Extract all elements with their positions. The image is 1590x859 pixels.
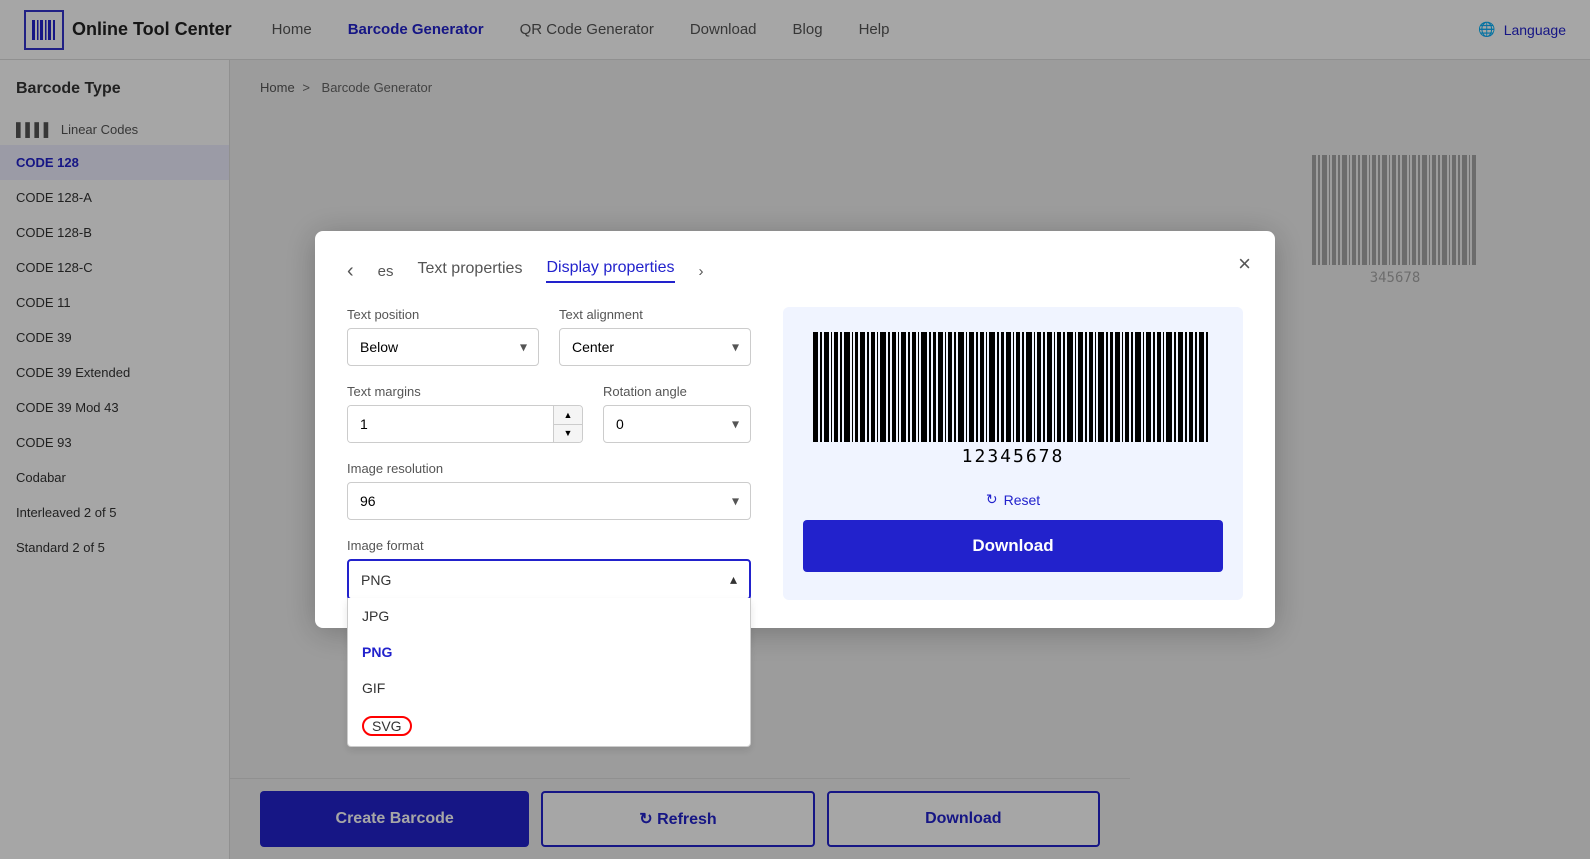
form-group-text-position: Text position Below Above None xyxy=(347,307,539,366)
image-resolution-select[interactable]: 96 72 150 300 xyxy=(347,482,751,520)
text-position-label: Text position xyxy=(347,307,539,322)
text-margins-stepper: 1 ▲ ▼ xyxy=(347,405,583,443)
image-format-dropdown-menu: JPG PNG GIF SVG xyxy=(347,598,751,747)
form-group-text-margins: Text margins 1 ▲ ▼ xyxy=(347,384,583,443)
modal-body: Text position Below Above None Text alig… xyxy=(347,307,1243,600)
text-alignment-label: Text alignment xyxy=(559,307,751,322)
modal-close-button[interactable]: × xyxy=(1238,251,1251,277)
form-row-2: Text margins 1 ▲ ▼ Rotation angle xyxy=(347,384,751,443)
text-alignment-select[interactable]: Center Left Right xyxy=(559,328,751,366)
svg-circled-label: SVG xyxy=(362,716,412,736)
modal-nav-next[interactable]: › xyxy=(699,263,704,280)
modal-nav-suffix: es xyxy=(378,263,394,280)
modal-download-button[interactable]: Download xyxy=(803,520,1223,572)
reset-button[interactable]: ↻ Reset xyxy=(986,491,1040,508)
barcode-image: 12345678 xyxy=(803,327,1223,467)
svg-text:12345678: 12345678 xyxy=(962,446,1065,467)
form-group-image-format: Image format PNG ▴ JPG PNG GIF SVG xyxy=(347,538,751,600)
modal-tab-text-properties[interactable]: Text properties xyxy=(418,260,523,282)
image-format-label: Image format xyxy=(347,538,751,553)
modal-form: Text position Below Above None Text alig… xyxy=(347,307,751,600)
format-option-png[interactable]: PNG xyxy=(348,634,750,670)
stepper-down-button[interactable]: ▼ xyxy=(554,425,582,443)
format-option-svg[interactable]: SVG xyxy=(348,706,750,746)
image-resolution-select-wrap: 96 72 150 300 xyxy=(347,482,751,520)
rotation-angle-select[interactable]: 0 90 180 270 xyxy=(603,405,751,443)
form-group-text-alignment: Text alignment Center Left Right xyxy=(559,307,751,366)
barcode-right-preview: 12345678 xyxy=(803,327,1223,467)
modal-tab-display-properties[interactable]: Display properties xyxy=(546,259,674,283)
text-position-select-wrap: Below Above None xyxy=(347,328,539,366)
stepper-buttons: ▲ ▼ xyxy=(554,406,582,442)
reset-label: Reset xyxy=(1004,492,1041,508)
modal-dialog: ‹ es Text properties Display properties … xyxy=(315,231,1275,628)
image-format-value: PNG xyxy=(361,572,391,588)
reset-icon: ↻ xyxy=(986,491,998,508)
text-position-select[interactable]: Below Above None xyxy=(347,328,539,366)
modal-nav-prev[interactable]: ‹ xyxy=(347,260,354,283)
form-group-image-resolution: Image resolution 96 72 150 300 xyxy=(347,461,751,520)
image-format-dropdown-trigger[interactable]: PNG ▴ xyxy=(347,559,751,600)
format-option-jpg[interactable]: JPG xyxy=(348,598,750,634)
chevron-up-icon: ▴ xyxy=(730,571,737,588)
modal-overlay: ‹ es Text properties Display properties … xyxy=(0,0,1590,859)
modal-header: ‹ es Text properties Display properties … xyxy=(347,259,1243,283)
form-row-1: Text position Below Above None Text alig… xyxy=(347,307,751,366)
text-margins-label: Text margins xyxy=(347,384,583,399)
form-group-rotation-angle: Rotation angle 0 90 180 270 xyxy=(603,384,751,443)
rotation-angle-select-wrap: 0 90 180 270 xyxy=(603,405,751,443)
text-alignment-select-wrap: Center Left Right xyxy=(559,328,751,366)
modal-preview-panel: 12345678 ↻ Reset Download xyxy=(783,307,1243,600)
stepper-up-button[interactable]: ▲ xyxy=(554,406,582,425)
text-margins-input[interactable]: 1 xyxy=(348,406,554,442)
image-resolution-label: Image resolution xyxy=(347,461,751,476)
rotation-angle-label: Rotation angle xyxy=(603,384,751,399)
format-option-gif[interactable]: GIF xyxy=(348,670,750,706)
